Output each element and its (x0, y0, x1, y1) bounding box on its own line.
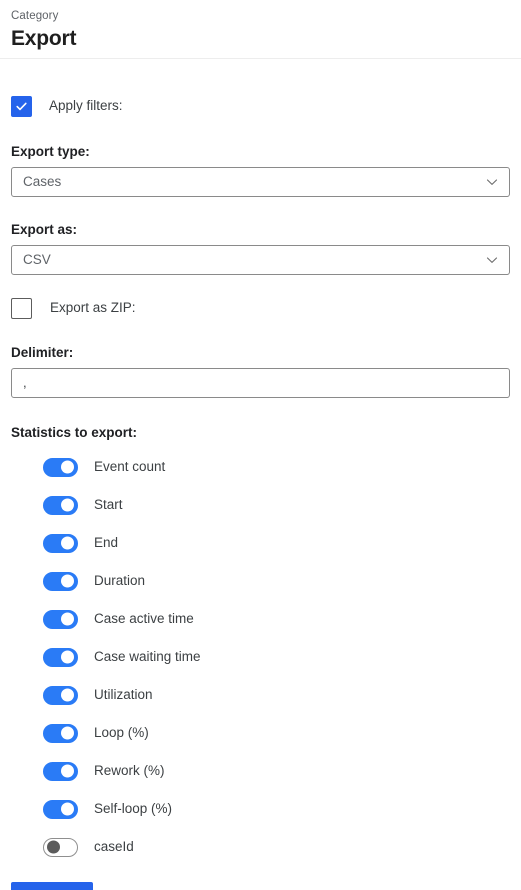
chevron-down-icon (484, 252, 500, 268)
statistics-item-label: Self-loop (%) (94, 801, 173, 816)
check-icon (16, 102, 27, 110)
delimiter-input[interactable]: , (11, 368, 510, 398)
delimiter-label: Delimiter: (11, 345, 74, 360)
apply-filters-checkbox[interactable] (11, 95, 32, 117)
toggle-knob (61, 498, 74, 512)
toggle-knob (61, 536, 74, 550)
toggle-knob (61, 688, 74, 702)
statistics-item-label: Case waiting time (94, 649, 201, 664)
page-header: Category Export (0, 0, 521, 59)
toggle-knob (61, 802, 74, 816)
toggle-caseid[interactable] (43, 837, 78, 857)
toggle-knob (61, 650, 74, 664)
statistics-row[interactable]: Rework (%) (43, 760, 510, 782)
page-title: Export (11, 27, 77, 50)
statistics-row[interactable]: Case waiting time (43, 646, 510, 668)
statistics-item-label: Event count (94, 459, 166, 474)
export-as-label: Export as: (11, 222, 78, 237)
statistics-row[interactable]: Event count (43, 456, 510, 478)
toggle-knob (47, 840, 60, 854)
apply-filters-label: Apply filters: (49, 98, 123, 113)
export-zip-label: Export as ZIP: (50, 300, 136, 315)
statistics-item-label: End (94, 535, 119, 550)
export-type-select[interactable]: Cases (11, 167, 510, 197)
export-type-value: Cases (23, 174, 62, 189)
statistics-row[interactable]: caseId (43, 836, 510, 858)
export-zip-row[interactable]: Export as ZIP: (11, 297, 510, 319)
toggle-utilization[interactable] (43, 685, 78, 705)
toggle-knob (61, 574, 74, 588)
export-as-select[interactable]: CSV (11, 245, 510, 275)
statistics-item-label: Utilization (94, 687, 153, 702)
export-type-label: Export type: (11, 144, 90, 159)
apply-filters-row[interactable]: Apply filters: (11, 95, 510, 117)
toggle-self-loop-percent[interactable] (43, 799, 78, 819)
statistics-item-label: Case active time (94, 611, 194, 626)
toggle-knob (61, 612, 74, 626)
statistics-item-label: Start (94, 497, 123, 512)
export-form: Apply filters: Export type: Cases Export… (0, 95, 521, 858)
chevron-down-icon (484, 174, 500, 190)
statistics-row[interactable]: Case active time (43, 608, 510, 630)
toggle-knob (61, 764, 74, 778)
toggle-rework-percent[interactable] (43, 761, 78, 781)
statistics-item-label: Loop (%) (94, 725, 149, 740)
toggle-duration[interactable] (43, 571, 78, 591)
toggle-start[interactable] (43, 495, 78, 515)
statistics-toggle-list: Event count Start End Duration Case acti… (11, 456, 510, 858)
toggle-knob (61, 460, 74, 474)
statistics-item-label: Duration (94, 573, 146, 588)
toggle-end[interactable] (43, 533, 78, 553)
toggle-loop-percent[interactable] (43, 723, 78, 743)
statistics-row[interactable]: Start (43, 494, 510, 516)
statistics-label: Statistics to export: (11, 425, 138, 440)
statistics-row[interactable]: Self-loop (%) (43, 798, 510, 820)
statistics-row[interactable]: Loop (%) (43, 722, 510, 744)
toggle-case-active-time[interactable] (43, 609, 78, 629)
toggle-event-count[interactable] (43, 457, 78, 477)
statistics-row[interactable]: Duration (43, 570, 510, 592)
statistics-row[interactable]: Utilization (43, 684, 510, 706)
export-zip-checkbox[interactable] (11, 297, 32, 319)
statistics-row[interactable]: End (43, 532, 510, 554)
category-label: Category (11, 10, 59, 22)
statistics-item-label: caseId (94, 839, 134, 854)
toggle-knob (61, 726, 74, 740)
export-button[interactable]: Export (11, 882, 93, 890)
toggle-case-waiting-time[interactable] (43, 647, 78, 667)
statistics-item-label: Rework (%) (94, 763, 165, 778)
export-as-value: CSV (23, 252, 51, 267)
delimiter-value: , (23, 375, 27, 390)
